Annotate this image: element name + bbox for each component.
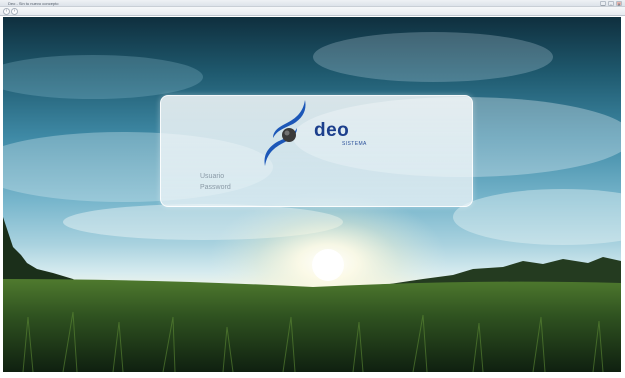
window-controls: — ▫ ✕ [600,1,622,7]
logo-sphere [282,128,296,142]
password-input[interactable] [241,184,331,192]
sun [312,249,344,281]
cloud [3,55,203,99]
password-label: Password [200,184,231,191]
brand-name: deo [314,120,350,141]
logo-sphere-highlight [284,130,290,136]
deo-logo-icon [264,100,306,166]
login-panel: deo SISTEMA Usuario Password [160,95,473,207]
brand-subtitle: SISTEMA [342,141,367,147]
window-bottom-edge [0,372,625,378]
username-label: Usuario [200,173,225,180]
username-input[interactable] [241,173,331,181]
maximize-button[interactable]: ▫ [608,1,614,7]
browser-nav-bar: ‹ › [0,7,625,16]
minimize-button[interactable]: — [600,1,606,7]
close-button[interactable]: ✕ [616,1,622,7]
grass-field [3,279,621,372]
cloud [453,189,621,245]
back-arrow-icon[interactable]: ‹ [3,8,10,15]
window-title: Deo - Sin tu nuevo concepto [8,1,59,6]
cloud [313,32,553,82]
page-viewport: deo SISTEMA Usuario Password [3,17,621,372]
forward-arrow-icon[interactable]: › [11,8,18,15]
browser-title-bar: Deo - Sin tu nuevo concepto — ▫ ✕ [0,0,625,7]
